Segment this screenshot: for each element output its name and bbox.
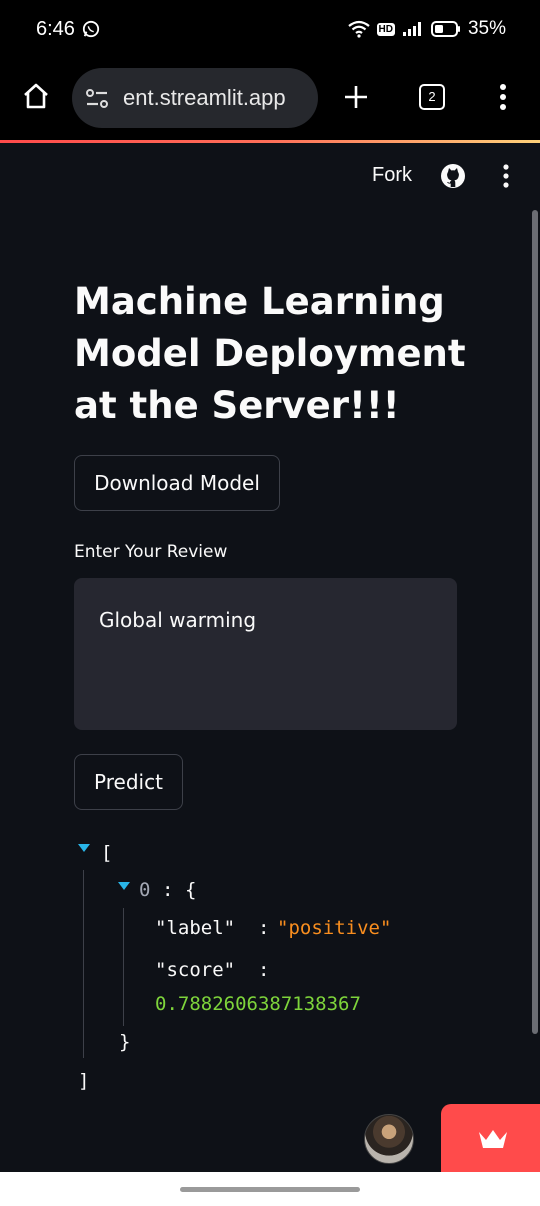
browser-toolbar: ent.streamlit.app 2: [0, 62, 540, 140]
json-close-bracket: ]: [78, 1070, 90, 1092]
tab-switcher-button[interactable]: 2: [419, 84, 445, 110]
address-bar[interactable]: ent.streamlit.app: [72, 68, 318, 128]
json-index-key: 0: [139, 879, 151, 901]
json-label-value: "positive": [277, 917, 392, 939]
new-tab-icon[interactable]: [343, 84, 369, 110]
review-label: Enter Your Review: [74, 542, 228, 562]
signal-icon: [402, 22, 421, 36]
site-settings-icon[interactable]: [85, 88, 109, 110]
json-colon: :: [258, 959, 270, 981]
json-score-key: "score": [155, 959, 236, 981]
json-guide-line: [123, 908, 124, 1026]
collapse-arrow-icon[interactable]: [118, 882, 130, 890]
status-indicators: HD 35%: [347, 18, 506, 40]
json-output: [ 0 : { "label" : "positive" "score" : 0…: [0, 836, 540, 1096]
json-score-value: 0.7882606387138367: [155, 993, 361, 1015]
wifi-icon: [347, 20, 370, 38]
gesture-handle[interactable]: [180, 1187, 360, 1192]
json-colon: :: [162, 879, 174, 901]
status-time: 6:46: [36, 18, 75, 40]
download-model-button[interactable]: Download Model: [74, 455, 280, 511]
app-menu-icon[interactable]: [501, 163, 511, 189]
collapse-arrow-icon[interactable]: [78, 844, 90, 852]
hd-badge: HD: [376, 22, 395, 36]
url-text: ent.streamlit.app: [123, 85, 286, 110]
github-icon[interactable]: [440, 163, 466, 189]
battery-icon: [430, 21, 460, 37]
app-header: Fork: [0, 143, 540, 207]
battery-percent: 35%: [467, 18, 506, 39]
whatsapp-icon: [82, 20, 100, 38]
json-guide-line: [83, 870, 84, 1058]
status-bar: 6:46 HD 35%: [0, 0, 540, 62]
json-open-bracket: [: [101, 842, 113, 864]
json-label-key: "label": [155, 917, 236, 939]
user-avatar[interactable]: [364, 1114, 414, 1164]
fork-link[interactable]: Fork: [372, 164, 412, 187]
json-colon: :: [258, 917, 270, 939]
crown-icon: [479, 1130, 507, 1148]
streamlit-badge[interactable]: [441, 1104, 540, 1174]
home-icon[interactable]: [22, 82, 50, 110]
review-textarea[interactable]: Global warming: [74, 578, 457, 730]
json-open-brace: {: [185, 879, 197, 901]
review-value: Global warming: [99, 608, 257, 632]
json-close-brace: }: [119, 1031, 131, 1053]
page-title: Machine Learning Model Deployment at the…: [74, 280, 466, 427]
predict-button[interactable]: Predict: [74, 754, 183, 810]
system-navigation-bar: [0, 1172, 540, 1206]
browser-menu-icon[interactable]: [497, 83, 509, 113]
